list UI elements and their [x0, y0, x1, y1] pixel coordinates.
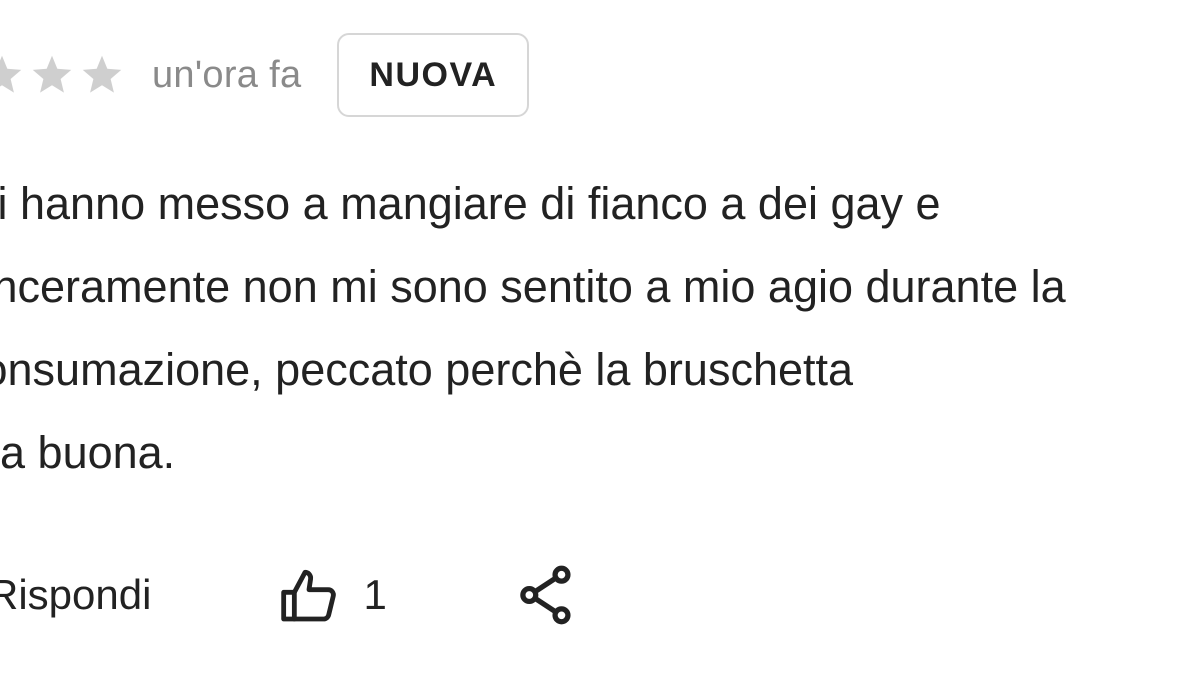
share-button[interactable] [517, 564, 575, 626]
thumbs-up-icon [281, 569, 337, 622]
star-icon [82, 55, 122, 93]
reply-button[interactable]: Rispondi [0, 571, 151, 619]
review-meta: un'ora fa NUOVA [0, 30, 530, 120]
review-text-line: consumazione, peccato perchè la bruschet… [0, 344, 854, 395]
review-actions: Rispondi 1 [0, 550, 575, 640]
review-card: un'ora fa NUOVA Mi hanno messo a mangiar… [0, 0, 1200, 675]
review-timestamp: un'ora fa [152, 53, 302, 96]
like-button[interactable]: 1 [277, 563, 387, 627]
like-count: 1 [363, 571, 387, 618]
star-rating [0, 53, 124, 97]
review-text-line: sinceramente non mi sono sentito a mio a… [0, 261, 1066, 312]
review-text-line: era buona. [0, 427, 176, 478]
review-text: Mi hanno messo a mangiare di fianco a de… [0, 162, 1200, 494]
share-icon [520, 565, 571, 625]
new-badge: NUOVA [337, 33, 530, 117]
star-icon [0, 55, 22, 93]
new-badge-label: NUOVA [369, 55, 498, 94]
star-icon [32, 55, 72, 93]
review-text-line: Mi hanno messo a mangiare di fianco a de… [0, 178, 941, 229]
